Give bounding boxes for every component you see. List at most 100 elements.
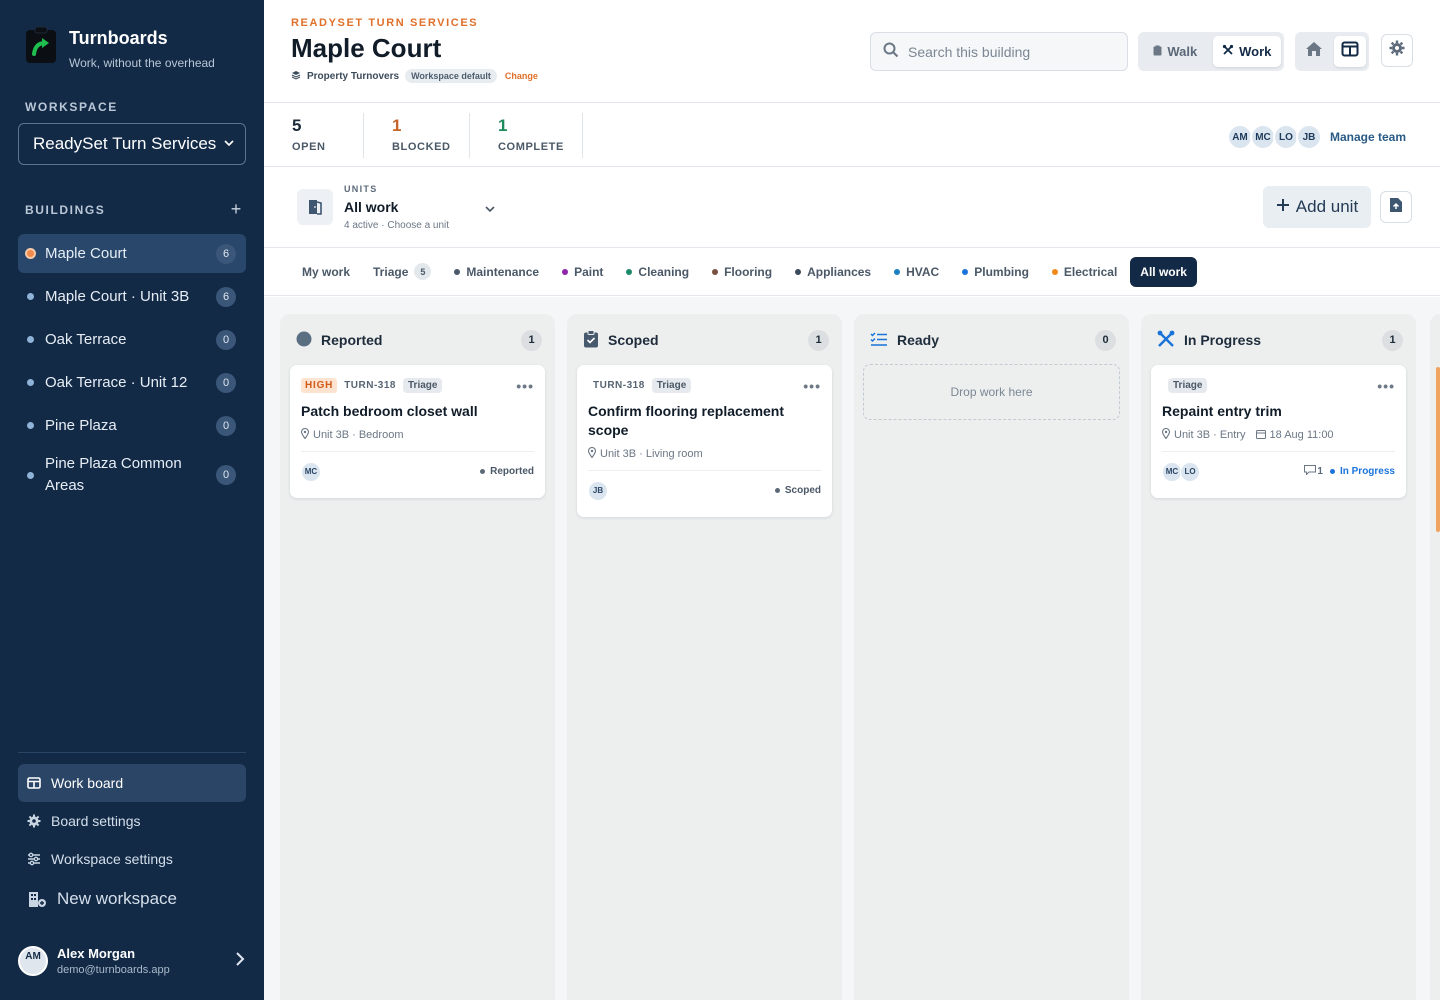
clipboard-icon [1153,44,1162,59]
unit-select[interactable]: All work [344,199,398,215]
filter-count: 5 [414,263,432,280]
nav-work-board[interactable]: Work board [18,764,246,802]
status-dot [27,422,34,429]
status-dot [1329,469,1335,474]
work-card[interactable]: TURN-318 Triage ••• Confirm flooring rep… [577,365,832,517]
stat-complete[interactable]: 1 COMPLETE [498,116,564,156]
file-upload-icon [1389,197,1403,218]
category-dot [454,268,461,275]
work-card[interactable]: HIGH TURN-318 Triage ••• Patch bedroom c… [290,365,545,498]
status-badge: Reported [480,466,534,477]
status-label: Scoped [784,485,821,496]
change-link[interactable]: Change [505,71,538,81]
workspace-select[interactable]: ReadySet Turn Services [18,123,246,165]
add-building-button[interactable]: + [226,199,246,220]
sidebar-item-oak-terrace[interactable]: Oak Terrace 0 [18,320,246,359]
board-view-button[interactable] [1333,36,1366,67]
stats-bar: 5 OPEN 1 BLOCKED 1 COMPLETE AM MC LO JB … [264,103,1440,167]
filter-my-work[interactable]: My work [292,257,360,287]
home-view-button[interactable] [1298,36,1331,67]
mode-work-button[interactable]: Work [1212,36,1281,67]
stat-value: 1 [392,116,402,135]
buildings-label: BUILDINGS [25,202,106,217]
sidebar-item-pine-plaza[interactable]: Pine Plaza 0 [18,406,246,445]
export-button[interactable] [1380,191,1412,223]
filter-tabs: My work Triage 5 Maintenance Paint Cleani… [264,248,1440,296]
building-count: 0 [216,415,236,436]
stat-blocked[interactable]: 1 BLOCKED [392,116,451,156]
column-title: Scoped [608,332,659,348]
column-reported: Reported 1 HIGH TURN-318 Triage ••• Patc… [280,314,555,1000]
more-icon[interactable]: ••• [516,379,534,393]
stat-value: 5 [292,116,302,135]
divider [363,113,364,158]
work-card[interactable]: Triage ••• Repaint entry trim Unit 3B · … [1151,365,1406,498]
mode-walk-button[interactable]: Walk [1141,36,1210,67]
status-badge: 1 In Progress [1304,465,1395,478]
filter-maintenance[interactable]: Maintenance [444,257,549,287]
filter-flooring[interactable]: Flooring [702,257,782,287]
more-icon[interactable]: ••• [803,379,821,393]
filter-electrical[interactable]: Electrical [1042,257,1127,287]
nav-board-settings[interactable]: Board settings [18,802,246,840]
search-input[interactable]: Search this building [908,44,1030,60]
nav-label: Board settings [51,813,141,829]
filter-label: Cleaning [638,264,690,279]
status-dot [480,469,486,474]
calendar-icon [1255,429,1266,442]
sidebar-item-maple-court-unit-3b[interactable]: Maple Court · Unit 3B 6 [18,277,246,316]
building-name: Pine Plaza [45,416,117,434]
sidebar-item-oak-terrace-unit-12[interactable]: Oak Terrace · Unit 12 0 [18,363,246,402]
card-date: 18 Aug 11:00 [1269,429,1334,441]
gear-icon [1389,40,1405,61]
search-field[interactable]: Search this building [870,32,1128,71]
filter-all-work[interactable]: All work [1130,256,1197,287]
column-title: Ready [897,332,940,348]
stat-label: COMPLETE [498,141,564,153]
filter-label: Electrical [1063,264,1118,279]
brand-title: Turnboards [69,28,168,48]
card-title: Patch bedroom closet wall [301,403,478,419]
settings-button[interactable] [1381,34,1413,67]
column-in-progress: In Progress 1 Triage ••• Repaint entry t… [1141,314,1416,1000]
column-count: 0 [1095,329,1116,351]
filter-appliances[interactable]: Appliances [785,257,881,287]
nav-new-workspace[interactable]: New workspace [18,878,246,920]
sidebar-item-maple-court[interactable]: Maple Court 6 [18,234,246,273]
units-bar: UNITS All work 4 active · Choose a unit … [264,167,1440,248]
filter-label: Appliances [807,264,872,279]
avatar: AM [18,946,48,976]
manage-team-link[interactable]: Manage team [1330,130,1406,144]
card-location: Unit 3B · Bedroom [313,429,404,441]
stat-open[interactable]: 5 OPEN [292,116,326,156]
avatar: JB [1295,124,1322,150]
brand[interactable]: Turnboards Work, without the overhead [0,0,264,70]
status-dot [27,471,34,479]
nav-workspace-settings[interactable]: Workspace settings [18,840,246,878]
drop-zone[interactable]: Drop work here [863,364,1120,420]
filter-paint[interactable]: Paint [552,257,613,287]
more-icon[interactable]: ••• [1377,379,1395,393]
filter-triage[interactable]: Triage 5 [363,257,441,287]
triage-tag: Triage [1168,378,1208,393]
card-location: Unit 3B · Entry [1174,429,1246,441]
sidebar-item-pine-plaza-common-areas[interactable]: Pine Plaza Common Areas 0 [18,449,246,501]
filter-plumbing[interactable]: Plumbing [952,257,1039,287]
team: AM MC LO JB Manage team [1226,124,1406,150]
clipboard-check-icon [583,329,599,351]
status-badge: Scoped [774,485,821,496]
page-title: Maple Court [291,33,442,63]
status-label: In Progress [1339,466,1395,477]
building-add-icon [27,889,47,909]
avatar: JB [588,480,608,501]
sliders-icon [27,852,41,866]
divider [469,113,470,158]
nav-label: New workspace [57,889,177,908]
building-name: Pine Plaza Common Areas [45,455,182,494]
add-unit-button[interactable]: Add unit [1263,186,1371,228]
filter-hvac[interactable]: HVAC [884,257,949,287]
chevron-down-icon[interactable] [484,202,496,220]
user-menu[interactable]: AM Alex Morgan demo@turnboards.app [18,946,246,976]
circle-icon [296,331,312,350]
filter-cleaning[interactable]: Cleaning [616,257,699,287]
